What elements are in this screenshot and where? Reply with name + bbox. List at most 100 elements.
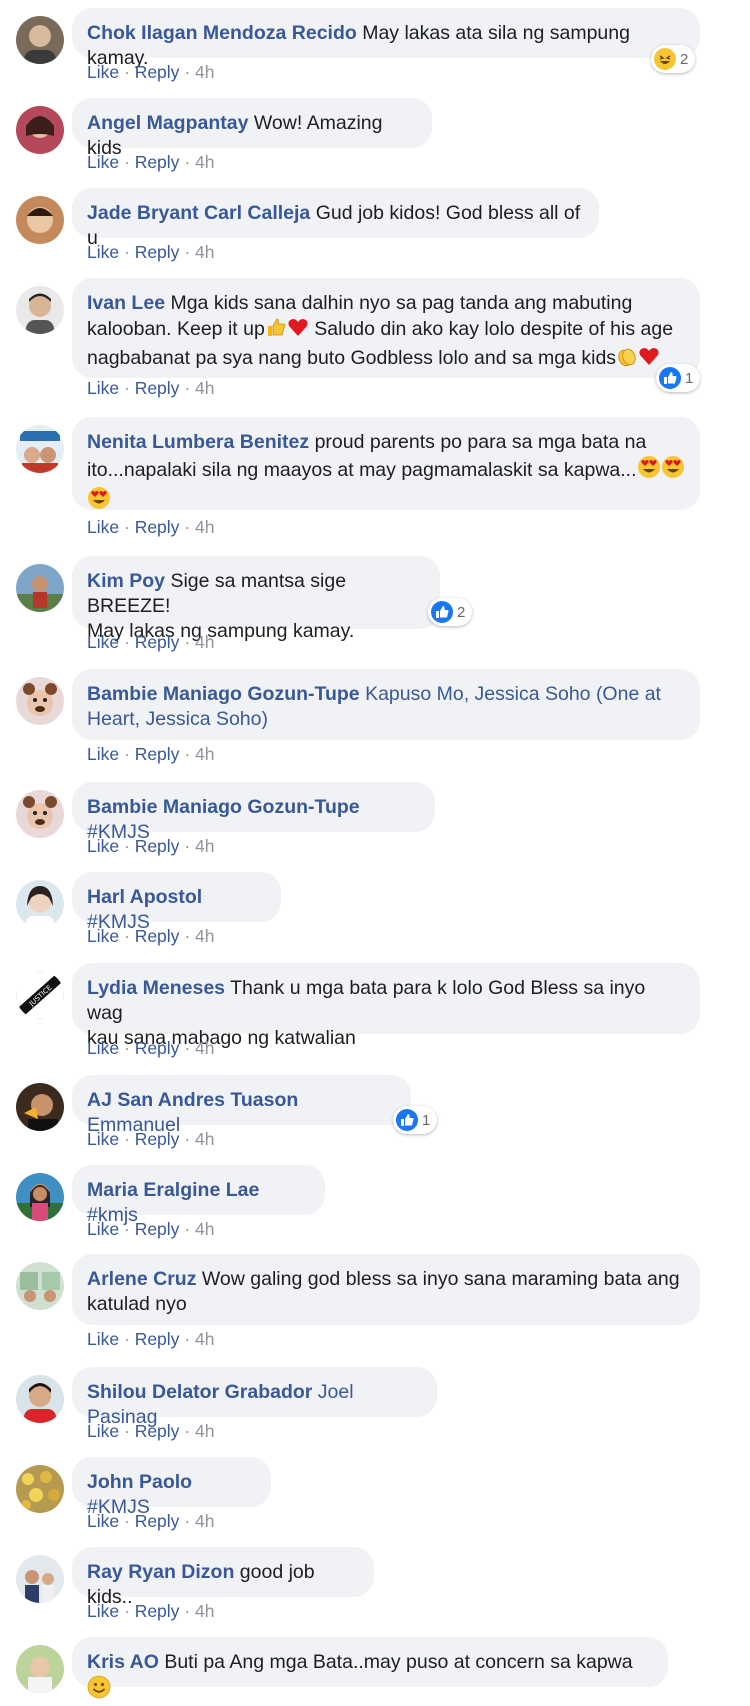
author-name[interactable]: Maria Eralgine Lae: [87, 1179, 259, 1201]
author-name[interactable]: Nenita Lumbera Benitez: [87, 431, 309, 453]
timestamp[interactable]: 4h: [195, 1219, 214, 1239]
like-link[interactable]: Like: [87, 1601, 119, 1621]
avatar[interactable]: [16, 1375, 64, 1423]
comment-bubble: Ray Ryan Dizon good job kids..: [72, 1547, 374, 1608]
avatar[interactable]: [16, 790, 64, 838]
like-link[interactable]: Like: [87, 1219, 119, 1239]
timestamp[interactable]: 4h: [195, 926, 214, 946]
reply-link[interactable]: Reply: [135, 152, 180, 172]
author-name[interactable]: AJ San Andres Tuason: [87, 1089, 298, 1111]
avatar[interactable]: [16, 425, 64, 473]
reply-link[interactable]: Reply: [135, 744, 180, 764]
author-name[interactable]: Shilou Delator Grabador: [87, 1381, 312, 1403]
author-name[interactable]: Arlene Cruz: [87, 1268, 196, 1290]
reply-link[interactable]: Reply: [135, 1601, 180, 1621]
comment: Chok Ilagan Mendoza Recido May lakas ata…: [0, 8, 750, 88]
reply-link[interactable]: Reply: [135, 836, 180, 856]
tagged-page-link[interactable]: Kapuso Mo, Jessica Soho (One at: [365, 683, 661, 705]
comment: Bambie Maniago Gozun-Tupe #KMJS Like · R…: [0, 782, 750, 862]
reply-link[interactable]: Reply: [135, 378, 180, 398]
like-link[interactable]: Like: [87, 378, 119, 398]
author-name[interactable]: Ivan Lee: [87, 292, 165, 314]
avatar[interactable]: [16, 1645, 64, 1693]
timestamp[interactable]: 4h: [195, 1601, 214, 1621]
reply-link[interactable]: Reply: [135, 62, 180, 82]
reaction-summary[interactable]: 2: [651, 45, 696, 73]
comment-actions: Like · Reply · 4h: [87, 1219, 214, 1240]
like-link[interactable]: Like: [87, 632, 119, 652]
avatar[interactable]: [16, 564, 64, 612]
timestamp[interactable]: 4h: [195, 1421, 214, 1441]
author-name[interactable]: Jade Bryant Carl Calleja: [87, 202, 310, 224]
avatar[interactable]: [16, 1555, 64, 1603]
timestamp[interactable]: 4h: [195, 1038, 214, 1058]
like-link[interactable]: Like: [87, 152, 119, 172]
reply-link[interactable]: Reply: [135, 517, 180, 537]
author-name[interactable]: Harl Apostol: [87, 886, 202, 908]
avatar[interactable]: [16, 16, 64, 64]
author-name[interactable]: Bambie Maniago Gozun-Tupe: [87, 796, 360, 818]
timestamp[interactable]: 4h: [195, 62, 214, 82]
like-link[interactable]: Like: [87, 62, 119, 82]
avatar[interactable]: [16, 677, 64, 725]
reply-link[interactable]: Reply: [135, 1421, 180, 1441]
avatar[interactable]: [16, 1173, 64, 1221]
reply-link[interactable]: Reply: [135, 632, 180, 652]
like-link[interactable]: Like: [87, 517, 119, 537]
comment: Maria Eralgine Lae #kmjs Like · Reply · …: [0, 1165, 750, 1245]
reply-link[interactable]: Reply: [135, 1219, 180, 1239]
author-name[interactable]: Lydia Meneses: [87, 977, 225, 999]
like-link[interactable]: Like: [87, 926, 119, 946]
reaction-summary[interactable]: 1: [393, 1106, 438, 1134]
avatar[interactable]: [16, 196, 64, 244]
comment-bubble: John Paolo #KMJS: [72, 1457, 271, 1518]
timestamp[interactable]: 4h: [195, 242, 214, 262]
like-link[interactable]: Like: [87, 744, 119, 764]
like-link[interactable]: Like: [87, 1129, 119, 1149]
author-name[interactable]: Chok Ilagan Mendoza Recido: [87, 22, 357, 44]
author-name[interactable]: Kim Poy: [87, 570, 165, 592]
separator: ·: [123, 1329, 130, 1349]
avatar[interactable]: [16, 1083, 64, 1131]
separator: ·: [123, 62, 130, 82]
author-name[interactable]: Ray Ryan Dizon: [87, 1561, 234, 1583]
like-link[interactable]: Like: [87, 1421, 119, 1441]
reaction-summary[interactable]: 1: [656, 364, 701, 392]
reply-link[interactable]: Reply: [135, 242, 180, 262]
like-link[interactable]: Like: [87, 1511, 119, 1531]
author-name[interactable]: Bambie Maniago Gozun-Tupe: [87, 683, 360, 705]
reply-link[interactable]: Reply: [135, 926, 180, 946]
timestamp[interactable]: 4h: [195, 1129, 214, 1149]
timestamp[interactable]: 4h: [195, 378, 214, 398]
separator: ·: [184, 1038, 191, 1058]
timestamp[interactable]: 4h: [195, 517, 214, 537]
like-link[interactable]: Like: [87, 1038, 119, 1058]
timestamp[interactable]: 4h: [195, 1329, 214, 1349]
comment-text: ito...napalaki sila ng maayos at may pag…: [87, 459, 637, 481]
reply-link[interactable]: Reply: [135, 1129, 180, 1149]
avatar[interactable]: JUSTICE: [16, 971, 64, 1019]
tagged-page-link[interactable]: Heart, Jessica Soho): [87, 708, 268, 730]
like-link[interactable]: Like: [87, 1329, 119, 1349]
timestamp[interactable]: 4h: [195, 744, 214, 764]
avatar[interactable]: [16, 286, 64, 334]
author-name[interactable]: John Paolo: [87, 1471, 192, 1493]
reply-link[interactable]: Reply: [135, 1329, 180, 1349]
reply-link[interactable]: Reply: [135, 1511, 180, 1531]
like-link[interactable]: Like: [87, 242, 119, 262]
timestamp[interactable]: 4h: [195, 836, 214, 856]
avatar[interactable]: [16, 1262, 64, 1310]
avatar[interactable]: [16, 106, 64, 154]
timestamp[interactable]: 4h: [195, 632, 214, 652]
avatar[interactable]: [16, 1465, 64, 1513]
author-name[interactable]: Kris AO: [87, 1651, 159, 1673]
like-link[interactable]: Like: [87, 836, 119, 856]
timestamp[interactable]: 4h: [195, 1511, 214, 1531]
reaction-summary[interactable]: 2: [428, 598, 473, 626]
timestamp[interactable]: 4h: [195, 152, 214, 172]
comment-text: Buti pa Ang mga Bata..may puso at concer…: [164, 1651, 633, 1673]
avatar[interactable]: [16, 880, 64, 928]
reply-link[interactable]: Reply: [135, 1038, 180, 1058]
separator: ·: [184, 1129, 191, 1149]
author-name[interactable]: Angel Magpantay: [87, 112, 248, 134]
